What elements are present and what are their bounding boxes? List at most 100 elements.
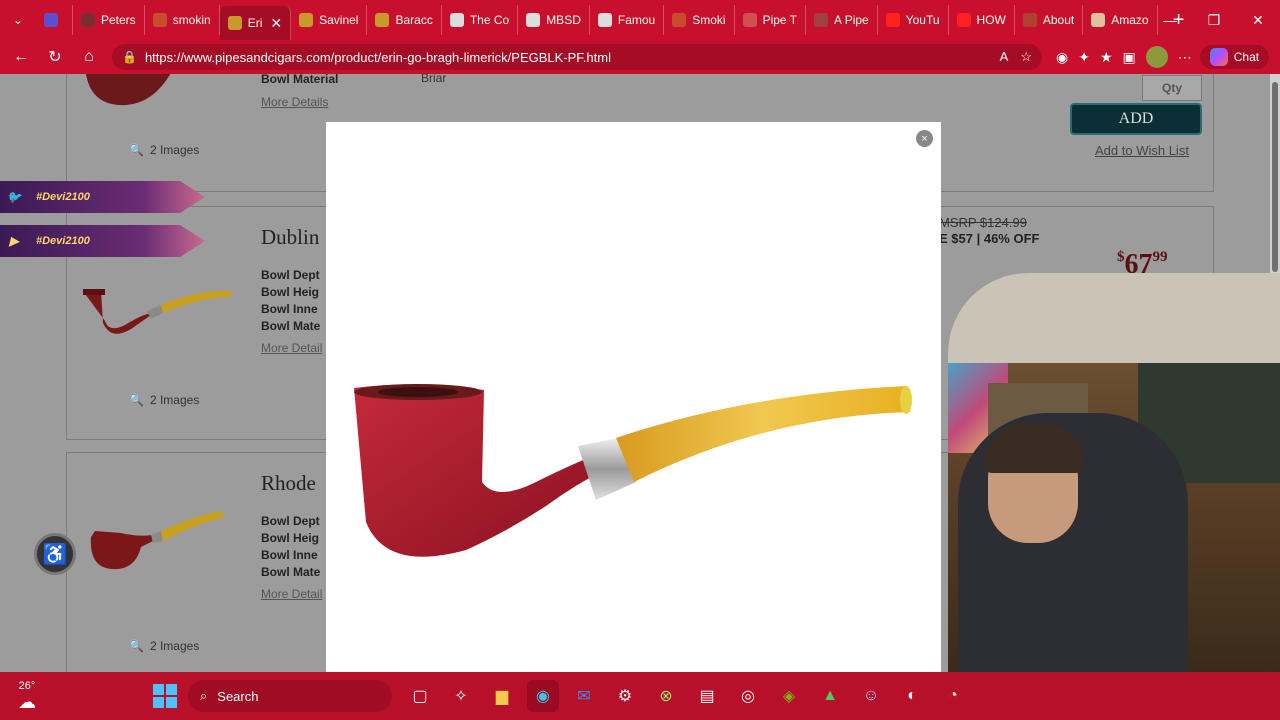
browser-tab[interactable]: Smoki [664, 5, 735, 35]
browser-tab[interactable]: A Pipe [806, 5, 878, 35]
tab-label: About [1042, 13, 1075, 27]
copilot-chat-button[interactable]: Chat [1199, 45, 1270, 69]
tab-label: Baracc [395, 13, 433, 27]
browser-tab[interactable]: Famou [590, 5, 665, 35]
more-details-link[interactable]: More Details [261, 95, 328, 109]
tab-actions-menu-icon[interactable]: ⌄ [0, 0, 36, 40]
add-to-cart-button[interactable]: ADD [1070, 103, 1202, 135]
product-name[interactable]: Dublin [261, 225, 319, 250]
refresh-icon[interactable]: ↻ [40, 42, 70, 72]
performance-meter-icon[interactable]: ◔ [937, 680, 969, 712]
streaming-app-icon[interactable]: ▲ [814, 680, 846, 712]
pipe-product-image [354, 384, 912, 557]
minimize-icon[interactable]: — [1148, 0, 1192, 40]
product-thumbnail[interactable] [81, 507, 241, 577]
tab-label: A Pipe [834, 13, 869, 27]
browser-tab[interactable]: About [1015, 5, 1084, 35]
outlook-icon[interactable]: ✉ [568, 680, 600, 712]
extensions-puzzle-icon[interactable]: ✦ [1078, 49, 1090, 66]
browser-tab[interactable]: Pipe T [735, 5, 807, 35]
epic-games-icon[interactable]: ▤ [691, 680, 723, 712]
product-name[interactable]: Rhode [261, 471, 316, 496]
add-to-wishlist-link[interactable]: Add to Wish List [1095, 143, 1189, 158]
spec-label: Bowl Heig [261, 531, 320, 545]
steam-icon[interactable]: ◎ [732, 680, 764, 712]
tab-favicon-icon [742, 13, 757, 27]
lock-icon[interactable]: 🔒 [122, 50, 137, 64]
banner-handle: #Devi2100 [36, 191, 90, 203]
product-thumbnail[interactable] [81, 74, 181, 115]
edge-browser-icon[interactable]: ◉ [527, 680, 559, 712]
close-icon[interactable]: × [916, 130, 933, 147]
magnifier-icon: 🔍 [129, 639, 144, 653]
favorites-icon[interactable]: ★ [1100, 49, 1113, 66]
images-label: 2 Images [149, 393, 200, 407]
file-explorer-icon[interactable]: ▆ [486, 680, 518, 712]
accessibility-icon[interactable]: ♿ [34, 533, 76, 575]
tab-label: Famou [617, 13, 656, 27]
quantity-input[interactable]: Qty [1142, 75, 1202, 101]
discord-icon[interactable]: ☺ [855, 680, 887, 712]
images-link[interactable]: 🔍 2 Images [129, 639, 199, 653]
images-link[interactable]: 🔍 2 Images [129, 393, 199, 407]
tab-favicon-icon [227, 16, 242, 30]
url-text[interactable]: https://www.pipesandcigars.com/product/e… [145, 50, 1000, 65]
browser-tab[interactable]: Eri ✕ [219, 6, 292, 40]
collections-icon[interactable]: ▣ [1123, 49, 1136, 66]
more-details-link[interactable]: More Detail [261, 341, 322, 355]
browser-tab[interactable]: Peters [73, 5, 145, 35]
address-bar[interactable]: 🔒 https://www.pipesandcigars.com/product… [112, 44, 1042, 70]
back-icon[interactable]: ← [6, 42, 36, 72]
nvidia-icon[interactable]: ◈ [773, 680, 805, 712]
xbox-icon[interactable]: ⊗ [650, 680, 682, 712]
extension-icon[interactable]: ◉ [1056, 49, 1068, 66]
weather-widget[interactable]: 26° ☁ [18, 680, 36, 713]
task-view-icon[interactable]: ▢ [404, 680, 436, 712]
spec-value: Briar [421, 74, 447, 85]
tab-label: MBSD [546, 13, 581, 27]
browser-tab[interactable]: Baracc [367, 5, 442, 35]
tab-favicon-icon [672, 13, 687, 27]
browser-tab[interactable]: Amazo [1083, 5, 1158, 35]
chat-label: Chat [1233, 50, 1260, 64]
tab-favicon-icon [956, 13, 971, 27]
restore-icon[interactable]: ❐ [1192, 0, 1236, 40]
browser-tab[interactable] [36, 5, 73, 35]
read-aloud-icon[interactable]: A [1000, 49, 1009, 65]
more-menu-icon[interactable]: ⋯ [1178, 49, 1192, 66]
browser-tab[interactable]: YouTu [878, 5, 949, 35]
taskbar-search[interactable]: ⌕ Search [188, 680, 392, 712]
scrollbar-thumb[interactable] [1272, 82, 1278, 272]
browser-tab[interactable]: HOW [949, 5, 1015, 35]
magnifier-icon: 🔍 [129, 393, 144, 407]
youtube-icon: ▶ [9, 234, 19, 248]
tab-label: HOW [976, 13, 1006, 27]
obs-icon[interactable]: ◐ [896, 680, 928, 712]
home-icon[interactable]: ⌂ [74, 42, 104, 72]
tab-label: Savinel [319, 13, 359, 27]
product-thumbnail[interactable] [81, 285, 241, 345]
spec-label: Bowl Heig [261, 285, 320, 299]
settings-icon[interactable]: ⚙ [609, 680, 641, 712]
images-link[interactable]: 🔍 2 Images [129, 143, 199, 157]
tab-favicon-icon [597, 13, 612, 27]
copilot-app-icon[interactable]: ✧ [445, 680, 477, 712]
tab-label: The Co [469, 13, 510, 27]
browser-tab[interactable]: MBSD [518, 5, 590, 35]
msrp-price: MSRP $124.99 [939, 215, 1027, 230]
more-details-link[interactable]: More Detail [261, 587, 322, 601]
tab-favicon-icon [152, 13, 167, 27]
copilot-icon [1209, 48, 1228, 66]
tab-favicon-icon [1022, 13, 1037, 27]
favorite-star-icon[interactable]: ☆ [1020, 49, 1032, 65]
start-button[interactable] [153, 684, 177, 708]
browser-tab[interactable]: Savinel [291, 5, 368, 35]
close-window-icon[interactable]: ✕ [1236, 0, 1280, 40]
spec-label: Bowl Dept [261, 514, 320, 528]
browser-tab[interactable]: The Co [442, 5, 519, 35]
spec-label: Bowl Inne [261, 302, 318, 316]
image-lightbox-modal: × [326, 122, 941, 672]
browser-tab[interactable]: smokin [145, 5, 220, 35]
profile-avatar[interactable] [1145, 46, 1168, 68]
tab-close-icon[interactable]: ✕ [270, 15, 282, 32]
